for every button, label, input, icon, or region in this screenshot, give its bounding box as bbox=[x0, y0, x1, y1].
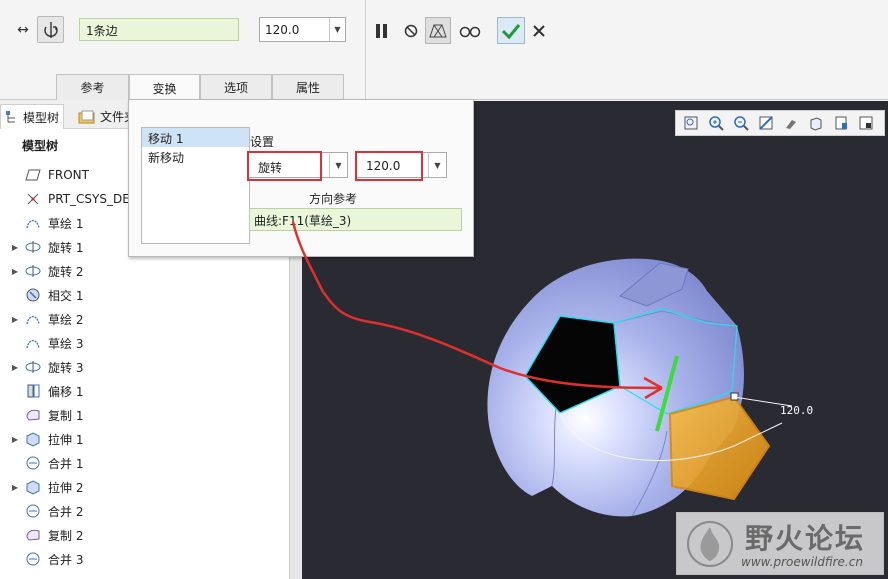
watermark-url: www.proewildfire.cn bbox=[741, 555, 863, 569]
watermark-title: 野火论坛 bbox=[745, 522, 866, 555]
watermark: 野火论坛 www.proewildfire.cn bbox=[676, 512, 884, 575]
flame-logo-icon bbox=[687, 521, 733, 567]
annotation-arrow bbox=[291, 221, 663, 400]
